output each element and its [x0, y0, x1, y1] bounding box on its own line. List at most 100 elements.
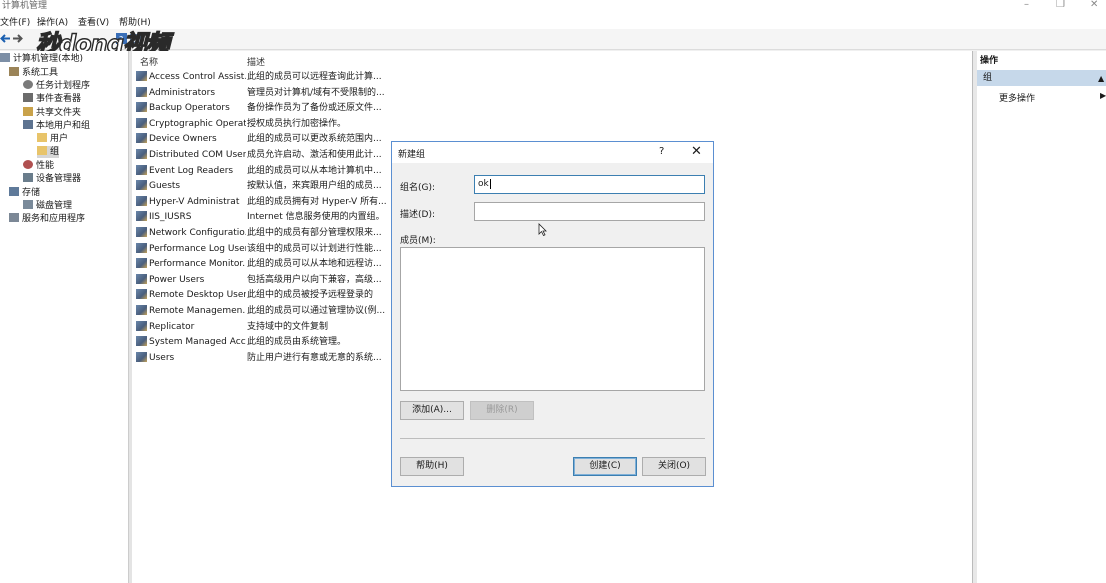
table-row[interactable]: Users 防止用户进行有意或无意的系统...: [136, 351, 382, 366]
menu-help[interactable]: 帮助(H): [119, 15, 151, 28]
table-row[interactable]: Performance Log Users该组中的成员可以计划进行性能...: [136, 242, 382, 257]
disk-icon: [23, 200, 33, 209]
new-group-dialog: 新建组 ? ✕ 组名(G): ok 描述(D): 成员(M): 添加(A)...…: [391, 141, 714, 487]
table-row[interactable]: Remote Managemen...此组的成员可以通过管理协议(例...: [136, 304, 385, 319]
tree-item-task-scheduler[interactable]: 任务计划程序: [23, 80, 90, 92]
table-row[interactable]: Distributed COM Users成员允许启动、激活和使用此计...: [136, 148, 382, 163]
shared-folder-icon: [23, 107, 33, 116]
tree-item-disk-management[interactable]: 磁盘管理: [23, 200, 72, 212]
group-description-cell: 此组的成员可以从本地和远程访...: [247, 259, 382, 270]
group-description-cell: 此组的成员可以远程查询此计算...: [247, 72, 382, 82]
collapse-arrow-icon[interactable]: ▲: [1098, 74, 1104, 83]
table-row[interactable]: Administrators 管理员对计算机/域有不受限制的...: [136, 86, 385, 101]
group-icon: [136, 71, 147, 81]
group-description-cell: 支持域中的文件复制: [247, 321, 329, 332]
group-icon: [136, 320, 147, 331]
tools-icon: [9, 67, 19, 76]
group-icon: [136, 117, 147, 128]
clock-icon: [23, 80, 33, 89]
forward-arrow-icon[interactable]: [12, 33, 23, 44]
group-description-cell: 此组的成员可以更改系统范围内...: [247, 134, 382, 145]
device-manager-icon: [23, 173, 33, 182]
folder-icon: [37, 133, 47, 142]
window-title: 计算机管理: [2, 1, 48, 11]
tree-item-performance[interactable]: 性能: [23, 160, 54, 172]
table-row[interactable]: Remote Desktop Users此组中的成员被授予远程登录的: [136, 288, 373, 303]
tree-item-groups[interactable]: 组: [37, 146, 60, 158]
group-description-cell: 此组的成员由系统管理。: [247, 337, 347, 348]
tree-item-users[interactable]: 用户: [37, 133, 68, 145]
group-name-input[interactable]: ok: [474, 175, 705, 194]
table-row[interactable]: Backup Operators 备份操作员为了备份或还原文件...: [136, 101, 382, 116]
group-icon: [136, 211, 147, 222]
table-row[interactable]: Device Owners 此组的成员可以更改系统范围内...: [136, 132, 382, 147]
help-question-icon[interactable]: ?: [659, 146, 664, 157]
back-arrow-icon[interactable]: [0, 33, 11, 44]
add-button[interactable]: 添加(A)...: [400, 401, 464, 420]
members-label: 成员(M):: [400, 236, 436, 246]
create-button[interactable]: 创建(C): [573, 457, 637, 476]
group-name-cell: IIS_IUSRS: [149, 212, 192, 223]
group-description-cell: 管理员对计算机/域有不受限制的...: [247, 87, 385, 98]
table-row[interactable]: Cryptographic Operat授权成员执行加密操作。: [136, 117, 346, 132]
tree-item-event-viewer[interactable]: 事件查看器: [23, 93, 81, 105]
remove-button[interactable]: 删除(R): [470, 401, 534, 420]
group-name-cell: Administrators: [149, 87, 216, 98]
group-icon: [136, 149, 147, 159]
table-row[interactable]: Event Log Readers 此组的成员可以从本地计算机中...: [136, 164, 382, 179]
description-input[interactable]: [474, 202, 705, 221]
group-icon: [136, 305, 147, 315]
close-window-icon[interactable]: ✕: [1090, 0, 1098, 10]
column-header-description[interactable]: 描述: [247, 55, 265, 68]
group-description-cell: 授权成员执行加密操作。: [247, 118, 347, 129]
group-name-cell: Distributed COM Users: [149, 150, 246, 160]
tree-root[interactable]: 计算机管理(本地): [0, 53, 83, 65]
table-row[interactable]: IIS_IUSRS Internet 信息服务使用的内置组。: [136, 210, 385, 225]
table-row[interactable]: Replicator 支持域中的文件复制: [136, 320, 328, 335]
table-row[interactable]: Power Users 包括高级用户以向下兼容，高级...: [136, 273, 382, 288]
group-name-cell: Network Configuratio...: [149, 228, 246, 238]
submenu-arrow-icon[interactable]: ▶: [1100, 91, 1106, 100]
menu-view[interactable]: 查看(V): [78, 15, 109, 28]
tree-item-system-tools[interactable]: 系统工具: [9, 67, 58, 79]
event-viewer-icon: [23, 93, 33, 102]
tree-item-device-manager[interactable]: 设备管理器: [23, 173, 81, 185]
tree-item-storage[interactable]: 存储: [9, 187, 40, 199]
help-button[interactable]: 帮助(H): [400, 457, 464, 476]
restore-icon[interactable]: ❐: [1056, 0, 1065, 10]
performance-icon: [23, 160, 33, 169]
members-list[interactable]: [400, 247, 705, 391]
table-row[interactable]: Guests 按默认值，来宾跟用户组的成员...: [136, 179, 382, 194]
computer-icon: [0, 53, 10, 62]
dialog-separator: [400, 438, 705, 439]
minimize-icon[interactable]: –: [1024, 0, 1029, 10]
table-row[interactable]: Access Control Assist...此组的成员可以远程查询此计算..…: [136, 70, 382, 85]
tree-item-services-apps[interactable]: 服务和应用程序: [9, 213, 85, 225]
table-row[interactable]: Performance Monitor...此组的成员可以从本地和远程访...: [136, 257, 382, 272]
group-name-cell: Cryptographic Operat: [149, 118, 246, 129]
group-description-cell: 此组的成员拥有对 Hyper-V 所有...: [247, 196, 387, 207]
actions-pane: 操作 组 ▲ 更多操作 ▶: [977, 51, 1106, 583]
more-actions-link[interactable]: 更多操作: [999, 91, 1035, 104]
folder-icon: [37, 146, 47, 155]
menu-action[interactable]: 操作(A): [37, 15, 68, 28]
group-name-cell: System Managed Acc...: [149, 337, 246, 348]
group-name-cell: Users: [149, 352, 175, 363]
tree-item-shared-folders[interactable]: 共享文件夹: [23, 107, 81, 119]
group-name-cell: Hyper-V Administrat: [149, 196, 240, 207]
column-header-name[interactable]: 名称: [140, 55, 158, 68]
navigation-tree: 计算机管理(本地) 系统工具 任务计划程序 事件查看器 共享文件夹 本地用户和组…: [0, 51, 129, 583]
table-row[interactable]: Network Configuratio...此组中的成员有部分管理权限来...: [136, 226, 382, 241]
menu-file[interactable]: 文件(F): [0, 15, 30, 28]
group-description-cell: 此组的成员可以通过管理协议(例...: [247, 306, 386, 316]
group-name-cell: Power Users: [149, 274, 205, 285]
dialog-close-icon[interactable]: ✕: [691, 144, 702, 159]
actions-section-groups[interactable]: 组: [977, 70, 1106, 86]
dialog-close-button[interactable]: 关闭(O): [642, 457, 706, 476]
tree-item-local-users-groups[interactable]: 本地用户和组: [23, 120, 90, 132]
users-icon: [23, 120, 33, 129]
group-description-cell: 此组的成员可以从本地计算机中...: [247, 165, 382, 176]
group-icon: [136, 102, 147, 113]
table-row[interactable]: System Managed Acc...此组的成员由系统管理。: [136, 335, 346, 350]
table-row[interactable]: Hyper-V Administrat 此组的成员拥有对 Hyper-V 所有..…: [136, 195, 387, 210]
